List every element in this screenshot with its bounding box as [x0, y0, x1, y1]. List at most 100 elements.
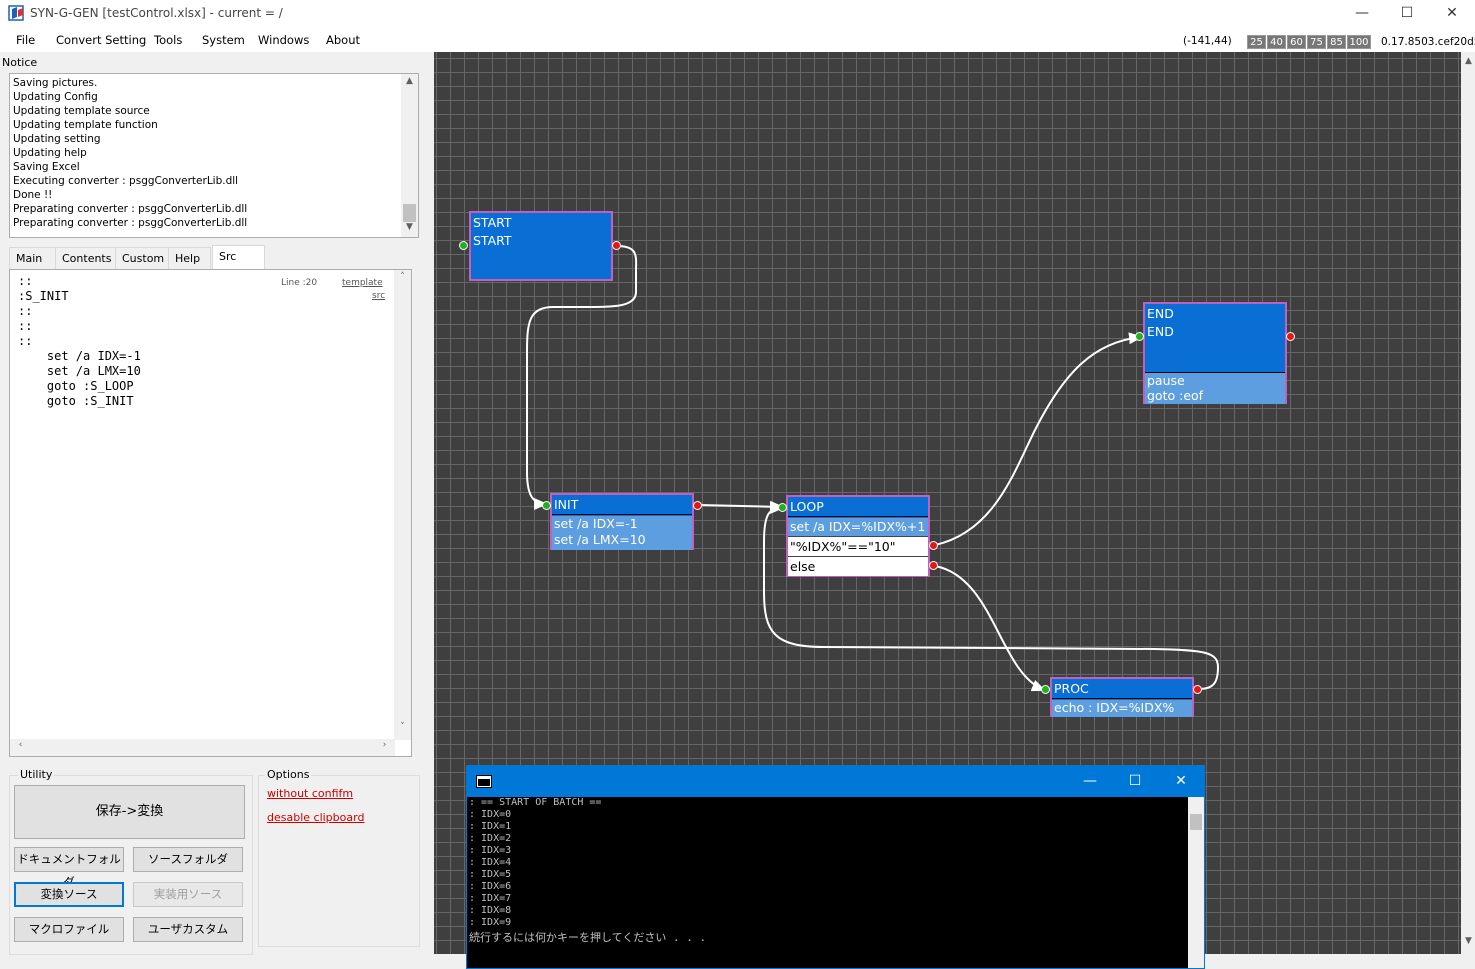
zoom-100-button[interactable]: 100 — [1347, 35, 1371, 49]
save-convert-button[interactable]: 保存->変換 — [14, 785, 245, 839]
state-start-input-port[interactable] — [459, 241, 468, 250]
scroll-up-icon[interactable]: ˄ — [394, 272, 411, 287]
source-line: :: — [18, 334, 33, 348]
state-title: START — [471, 213, 611, 233]
state-title: INIT — [552, 495, 692, 515]
branch-condition: "%IDX%"=="10" — [788, 536, 928, 556]
log-line: Executing converter : psggConverterLib.d… — [13, 175, 239, 187]
zoom-40-button[interactable]: 40 — [1267, 35, 1286, 49]
tab-custom[interactable]: Custom — [115, 247, 169, 269]
console-app-icon — [476, 775, 492, 788]
notice-scrollbar[interactable]: ▲ ▼ — [401, 74, 418, 237]
console-scrollbar[interactable] — [1188, 797, 1204, 968]
user-custom-button[interactable]: ユーザカスタム — [133, 917, 243, 942]
state-loop-branch-port[interactable] — [929, 541, 938, 550]
maximize-button[interactable]: ☐ — [1384, 0, 1430, 28]
state-init[interactable]: INIT set /a IDX=-1 set /a LMX=10 — [550, 493, 694, 550]
source-folder-button[interactable]: ソースフォルダ — [133, 847, 243, 872]
scroll-up-icon[interactable]: ▲ — [401, 76, 418, 91]
document-folder-button[interactable]: ドキュメントフォルダ — [14, 847, 124, 889]
state-start-output-port[interactable] — [612, 241, 621, 250]
menu-file[interactable]: File — [16, 33, 35, 47]
scrollbar-thumb[interactable] — [1190, 814, 1202, 830]
menu-windows[interactable]: Windows — [258, 33, 309, 47]
state-command: pause — [1147, 373, 1185, 388]
menu-system[interactable]: System — [202, 33, 245, 47]
console-output-line: : IDX=8 — [469, 905, 512, 916]
source-line: :S_INIT — [18, 289, 69, 303]
scroll-left-icon[interactable]: ‹ — [12, 740, 29, 755]
log-line: Preparating converter : psggConverterLib… — [13, 203, 248, 215]
state-loop-else-port[interactable] — [929, 561, 938, 570]
template-link[interactable]: template — [342, 278, 383, 288]
state-title: PROC — [1052, 679, 1192, 699]
source-horizontal-scrollbar[interactable]: ‹ › — [10, 739, 395, 756]
branch-else: else — [788, 556, 928, 576]
scroll-up-icon[interactable]: ▲ — [1460, 56, 1475, 71]
state-end[interactable]: END END pause goto :eof — [1143, 302, 1287, 404]
state-start[interactable]: START START — [469, 211, 613, 281]
console-minimize-button[interactable]: — — [1067, 768, 1113, 796]
console-output-line: : IDX=6 — [469, 881, 512, 892]
scroll-down-icon[interactable]: ▼ — [1460, 936, 1475, 951]
state-title: LOOP — [788, 497, 928, 517]
menu-tools[interactable]: Tools — [154, 33, 182, 47]
minimize-button[interactable]: — — [1339, 0, 1385, 28]
log-line: Saving pictures. — [13, 77, 98, 89]
app-logo-icon — [8, 5, 24, 21]
arrow-start-to-init — [526, 245, 638, 510]
scroll-down-icon[interactable]: ˅ — [394, 722, 411, 737]
source-vertical-scrollbar[interactable]: ˄ ˅ — [394, 270, 411, 740]
source-line: :: — [18, 304, 33, 318]
tab-main[interactable]: Main — [9, 247, 56, 269]
menu-bar: File Convert Setting Tools System Window… — [0, 28, 1475, 52]
state-proc-input-port[interactable] — [1041, 685, 1050, 694]
state-loop[interactable]: LOOP set /a IDX=%IDX%+1 "%IDX%"=="10" el… — [786, 495, 930, 577]
console-title-bar: — ☐ ✕ — [467, 766, 1204, 797]
close-button[interactable]: ✕ — [1429, 0, 1475, 28]
state-command: set /a IDX=%IDX%+1 — [788, 518, 928, 536]
state-init-output-port[interactable] — [693, 501, 702, 510]
convert-source-button[interactable]: 変換ソース — [14, 882, 124, 907]
source-line: set /a LMX=10 — [18, 364, 141, 378]
state-end-input-port[interactable] — [1135, 332, 1144, 341]
menu-convert-setting[interactable]: Convert Setting — [56, 33, 146, 47]
tab-src[interactable]: Src — [212, 245, 265, 269]
notice-log[interactable]: Saving pictures. Updating Config Updatin… — [9, 73, 419, 238]
disable-clipboard-link[interactable]: desable clipboard — [267, 811, 364, 824]
console-window[interactable]: — ☐ ✕ : == START OF BATCH == : IDX=0 : I… — [466, 765, 1205, 969]
scroll-right-icon[interactable]: › — [376, 740, 393, 755]
log-line: Saving Excel — [13, 161, 80, 173]
log-line: Updating Config — [13, 91, 98, 103]
console-output-line: : IDX=0 — [469, 809, 512, 820]
state-end-output-port[interactable] — [1286, 332, 1295, 341]
state-init-input-port[interactable] — [542, 501, 551, 510]
source-view[interactable]: :: :S_INIT :: :: :: set /a IDX=-1 set /a… — [9, 269, 412, 757]
src-link[interactable]: src — [372, 291, 385, 301]
scrollbar-thumb[interactable] — [403, 204, 416, 222]
tab-help[interactable]: Help — [168, 247, 211, 269]
source-line: :: — [18, 274, 33, 288]
implementation-source-button[interactable]: 実装用ソース — [133, 882, 243, 907]
source-line: :: — [18, 319, 33, 333]
zoom-85-button[interactable]: 85 — [1327, 35, 1346, 49]
console-maximize-button[interactable]: ☐ — [1112, 768, 1158, 796]
options-label: Options — [265, 768, 312, 781]
state-command: set /a LMX=10 — [554, 532, 646, 547]
state-proc[interactable]: PROC echo : IDX=%IDX% — [1050, 677, 1194, 717]
menu-about[interactable]: About — [326, 33, 360, 47]
macro-file-button[interactable]: マクロファイル — [14, 917, 124, 942]
canvas-vertical-scrollbar[interactable]: ▲ ▼ — [1461, 52, 1475, 954]
tab-contents[interactable]: Contents — [55, 247, 116, 269]
console-close-button[interactable]: ✕ — [1158, 768, 1204, 796]
state-proc-output-port[interactable] — [1193, 685, 1202, 694]
zoom-25-button[interactable]: 25 — [1247, 35, 1266, 49]
zoom-60-button[interactable]: 60 — [1287, 35, 1306, 49]
state-loop-input-port[interactable] — [778, 503, 787, 512]
without-confirm-link[interactable]: without confifm — [267, 787, 353, 800]
arrow-loop-to-end — [934, 332, 1143, 546]
scroll-down-icon[interactable]: ▼ — [401, 222, 418, 237]
log-line: Preparating converter : psggConverterLib… — [13, 217, 248, 229]
zoom-75-button[interactable]: 75 — [1307, 35, 1326, 49]
source-line: set /a IDX=-1 — [18, 349, 141, 363]
